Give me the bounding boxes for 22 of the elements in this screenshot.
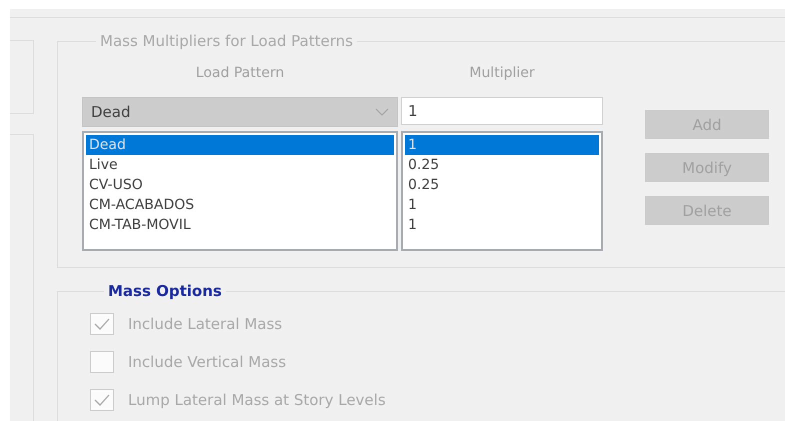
checkbox-label: Include Lateral Mass [128, 315, 282, 333]
chevron-down-icon [375, 108, 389, 116]
checkbox-label: Include Vertical Mass [128, 353, 286, 371]
multiplier-list[interactable]: 1 0.25 0.25 1 1 [401, 131, 603, 251]
load-pattern-list[interactable]: Dead Live CV-USO CM-ACABADOS CM-TAB-MOVIL [82, 131, 398, 251]
checkbox-label: Lump Lateral Mass at Story Levels [128, 391, 386, 409]
list-item[interactable]: 1 [405, 195, 599, 215]
load-pattern-dropdown[interactable]: Dead [82, 97, 398, 127]
list-item[interactable]: 0.25 [405, 175, 599, 195]
list-item[interactable]: 1 [405, 215, 599, 235]
group-title: Mass Options [107, 282, 223, 300]
group-title: Mass Multipliers for Load Patterns [99, 32, 354, 50]
list-item[interactable]: Live [86, 155, 394, 175]
check-icon [94, 318, 110, 330]
column-header: Multiplier [468, 64, 536, 83]
list-item[interactable]: CM-TAB-MOVIL [86, 215, 394, 235]
list-item[interactable]: 0.25 [405, 155, 599, 175]
check-icon [94, 394, 110, 406]
list-item[interactable]: CV-USO [86, 175, 394, 195]
list-item[interactable]: CM-ACABADOS [86, 195, 394, 215]
multiplier-field[interactable]: 1 [401, 97, 603, 125]
column-header: Load Pattern [194, 64, 286, 83]
